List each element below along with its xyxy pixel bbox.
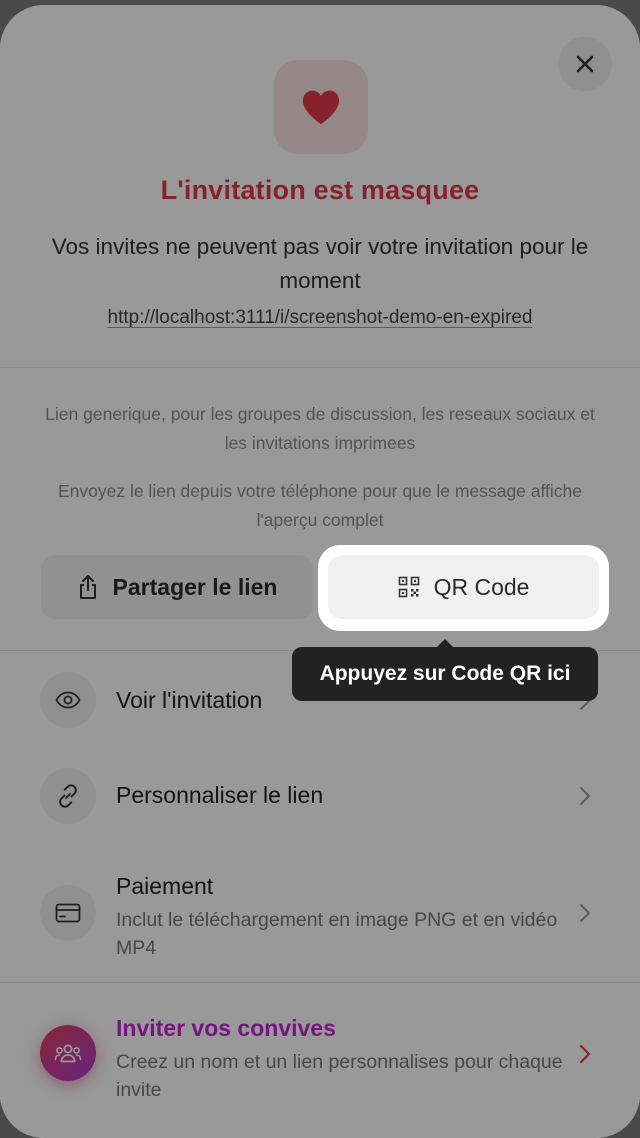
onboarding-tooltip: Appuyez sur Code QR ici bbox=[292, 639, 598, 701]
chevron-right-icon bbox=[579, 1044, 591, 1064]
close-icon bbox=[576, 55, 594, 73]
qr-code-label: QR Code bbox=[433, 573, 530, 600]
share-description: Lien generique, pour les groupes de disc… bbox=[45, 404, 595, 453]
invite-guests-label: Inviter vos convives bbox=[116, 1015, 336, 1041]
qr-code-button[interactable]: QR Code bbox=[328, 555, 599, 619]
menu-item-invite-guests[interactable]: Inviter vos convives Creez un nom et un … bbox=[0, 1005, 640, 1105]
invitation-sheet: L'invitation est masquee Vos invites ne … bbox=[0, 5, 640, 1138]
invitation-url-link[interactable]: http://localhost:3111/i/screenshot-demo-… bbox=[0, 307, 640, 329]
payment-label: Paiement bbox=[116, 873, 214, 899]
qr-code-icon bbox=[398, 576, 419, 598]
eye-icon bbox=[55, 691, 81, 709]
share-hint: Envoyez le lien depuis votre téléphone p… bbox=[57, 481, 583, 530]
eye-icon-wrap bbox=[40, 672, 96, 728]
close-button[interactable] bbox=[558, 37, 612, 91]
share-link-label: Partager le lien bbox=[112, 573, 278, 600]
chevron-right-icon bbox=[580, 904, 590, 922]
customize-link-label: Personnaliser le lien bbox=[116, 782, 324, 808]
divider bbox=[0, 982, 640, 983]
tooltip-text: Appuyez sur Code QR ici bbox=[319, 662, 571, 685]
users-icon-wrap bbox=[40, 1025, 96, 1081]
link-icon-wrap bbox=[40, 768, 96, 824]
menu-item-customize-link[interactable]: Personnaliser le lien bbox=[0, 760, 640, 832]
credit-card-icon-wrap bbox=[40, 885, 96, 941]
page-subtitle: Vos invites ne peuvent pas voir votre in… bbox=[51, 234, 589, 293]
link-icon bbox=[59, 784, 77, 808]
view-invitation-label: Voir l'invitation bbox=[116, 687, 263, 713]
share-link-button[interactable]: Partager le lien bbox=[41, 555, 313, 619]
invite-guests-description: Creez un nom et un lien personnalises po… bbox=[116, 1051, 563, 1101]
chevron-right-icon bbox=[580, 787, 590, 805]
users-icon bbox=[54, 1044, 82, 1063]
page-title: L'invitation est masquee bbox=[160, 175, 480, 205]
share-icon bbox=[79, 575, 96, 599]
heart-icon bbox=[302, 90, 340, 125]
divider bbox=[0, 367, 640, 368]
menu-item-payment[interactable]: Paiement Inclut le téléchargement en ima… bbox=[0, 865, 640, 965]
heart-badge bbox=[274, 60, 368, 154]
payment-description: Inclut le téléchargement en image PNG et… bbox=[116, 909, 558, 959]
credit-card-icon bbox=[55, 903, 81, 923]
